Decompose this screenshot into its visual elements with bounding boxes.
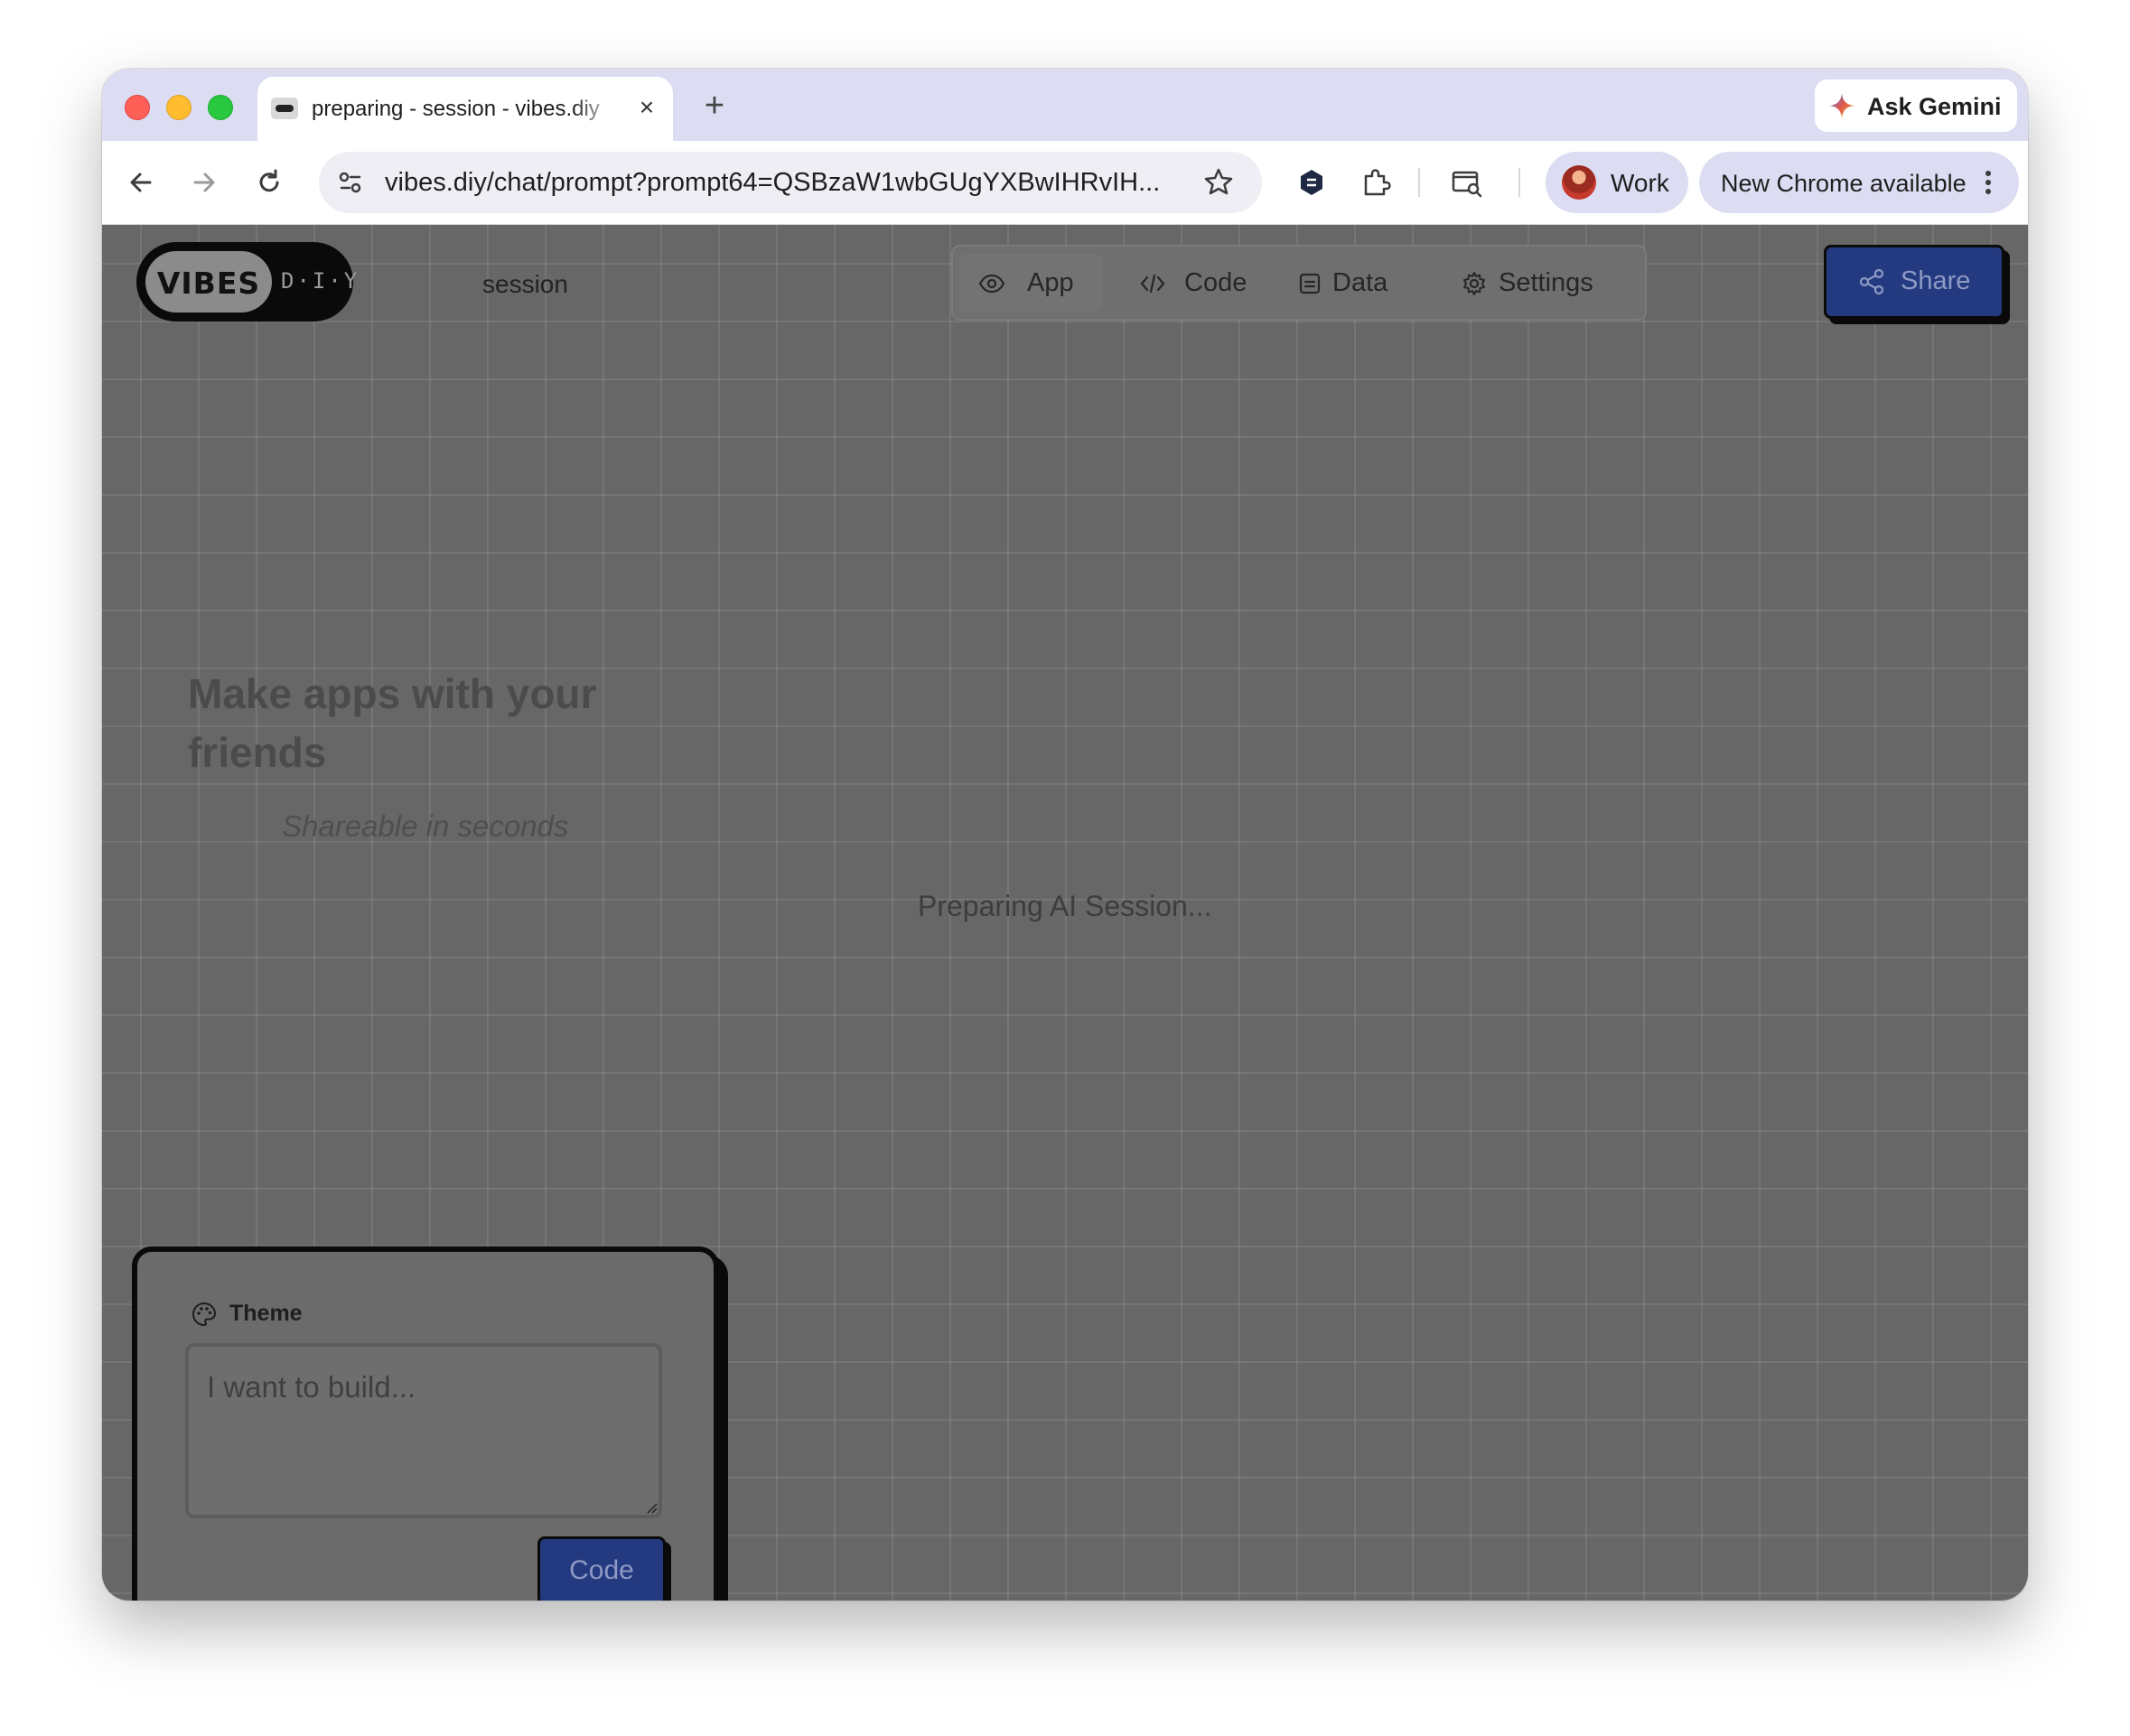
tab-close-icon[interactable]: × [631, 91, 663, 124]
gear-icon [1463, 272, 1485, 295]
address-bar[interactable]: vibes.diy/chat/prompt?prompt64=QSBzaW1wb… [319, 152, 1262, 213]
tab-code-label: Code [1184, 268, 1247, 297]
chrome-update-button[interactable]: New Chrome available [1699, 152, 2019, 213]
theme-label[interactable]: Theme [229, 1301, 303, 1327]
extensions-puzzle-icon[interactable] [1358, 164, 1394, 201]
more-menu-icon[interactable] [1977, 166, 1999, 199]
share-icon [1859, 268, 1884, 295]
toolbar-separator [1518, 168, 1520, 197]
hero-heading: Make apps with your friends [188, 670, 597, 776]
tab-app[interactable]: App [958, 254, 1103, 312]
palette-icon[interactable] [191, 1301, 218, 1328]
tab-data[interactable]: Data [1296, 254, 1423, 312]
session-status: Preparing AI Session... [918, 890, 1212, 922]
browser-window: preparing - session - vibes.diy × + Ask … [102, 69, 2028, 1601]
resize-grip-icon[interactable] [643, 1499, 658, 1514]
browser-toolbar: vibes.diy/chat/prompt?prompt64=QSBzaW1wb… [102, 141, 2028, 225]
hero-tagline: Shareable in seconds [282, 809, 569, 843]
back-arrow-icon[interactable] [123, 164, 159, 201]
tab-settings-label: Settings [1499, 268, 1593, 297]
site-settings-icon[interactable] [332, 164, 369, 201]
share-button[interactable]: Share [1824, 245, 2004, 319]
tab-code[interactable]: Code [1126, 254, 1262, 312]
tab-search-icon[interactable] [1449, 164, 1485, 201]
logo-wordmark: VIBES [156, 266, 261, 301]
logo-suffix: D·I·Y [281, 268, 360, 294]
ask-gemini-label: Ask Gemini [1867, 93, 2002, 120]
view-tabs: App Code Data Settings [951, 245, 1647, 321]
update-label: New Chrome available [1721, 170, 1967, 197]
bookmark-star-icon[interactable] [1200, 164, 1237, 201]
browser-tab[interactable]: preparing - session - vibes.diy × [257, 77, 673, 141]
logo-pill: VIBES [145, 251, 272, 313]
tab-title: preparing - session - vibes.diy [312, 97, 600, 121]
session-title: session [482, 270, 568, 298]
database-icon [1299, 273, 1321, 294]
share-label: Share [1901, 266, 1971, 295]
close-window-button[interactable] [125, 95, 150, 120]
page-content: VIBES D·I·Y session App Code Data Settin… [102, 225, 2028, 1601]
minimize-window-button[interactable] [166, 95, 192, 120]
profile-button[interactable]: Work [1546, 152, 1688, 213]
gemini-sparkle-icon [1829, 93, 1854, 118]
prompt-panel: Theme Code [132, 1246, 719, 1601]
new-tab-button[interactable]: + [695, 87, 734, 126]
extension-hexagon-icon[interactable] [1294, 164, 1330, 201]
toolbar-separator [1418, 168, 1420, 197]
profile-avatar [1562, 165, 1596, 200]
title-bar: preparing - session - vibes.diy × + Ask … [102, 69, 2028, 141]
profile-label: Work [1611, 169, 1669, 197]
tab-app-label: App [1027, 268, 1074, 297]
forward-arrow-icon[interactable] [186, 164, 222, 201]
url-text[interactable]: vibes.diy/chat/prompt?prompt64=QSBzaW1wb… [385, 168, 1160, 198]
tab-favicon-icon [271, 98, 298, 119]
vibes-logo[interactable]: VIBES D·I·Y [136, 242, 357, 322]
eye-icon [978, 274, 1005, 294]
code-icon [1140, 274, 1165, 294]
prompt-textarea[interactable] [185, 1343, 662, 1518]
reload-icon[interactable] [251, 164, 287, 201]
code-submit-button[interactable]: Code [537, 1536, 666, 1601]
tab-settings[interactable]: Settings [1448, 254, 1629, 312]
maximize-window-button[interactable] [208, 95, 233, 120]
ask-gemini-button[interactable]: Ask Gemini [1815, 79, 2017, 132]
tab-data-label: Data [1332, 268, 1388, 297]
